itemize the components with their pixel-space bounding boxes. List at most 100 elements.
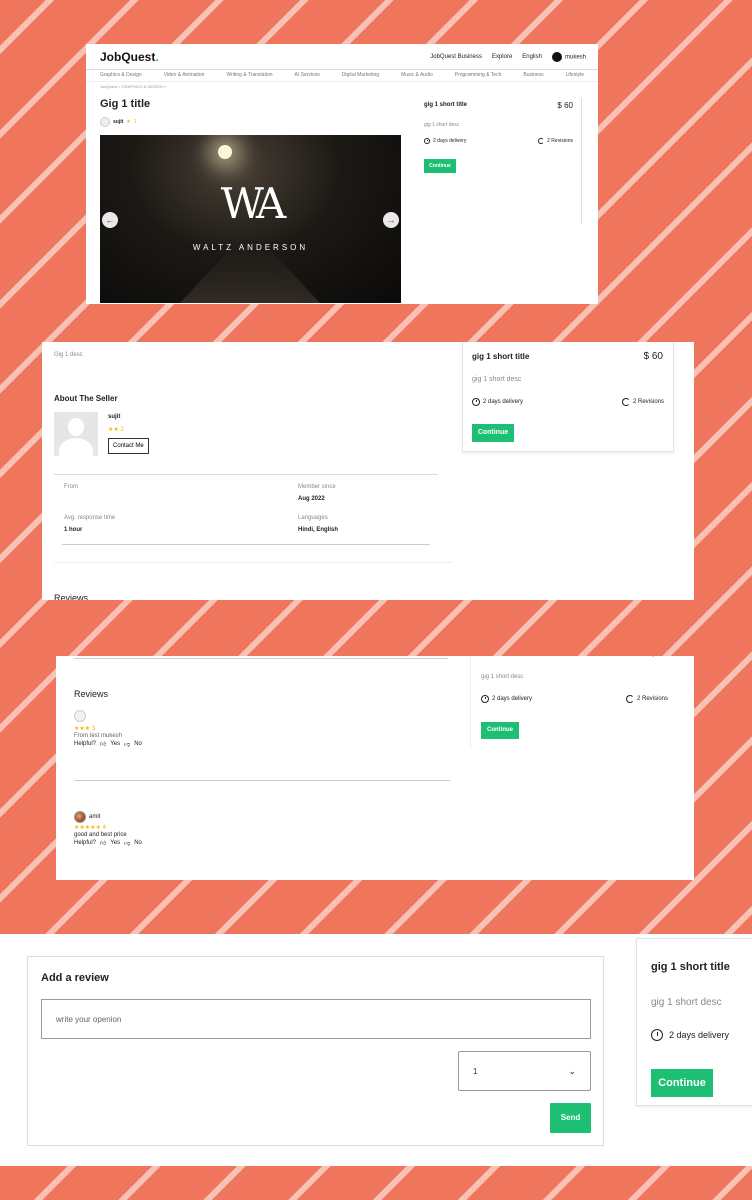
reviewer-name: amit [89,814,101,820]
seller-name: sujit [113,119,124,125]
divider [74,780,450,781]
arrow-right-icon: → [386,215,396,225]
seller-rating: 1 [133,119,137,125]
thumbs-up-icon[interactable]: 👍︎ [100,839,106,847]
avatar-head-shape [68,418,84,436]
order-card: gig 1 short title $ 60 gig 1 short desc … [470,656,694,748]
helpful-yes[interactable]: Yes [110,741,120,747]
gig-title: Gig 1 title [100,98,151,110]
review-text-input[interactable] [41,999,591,1039]
seller-stats-box [54,474,438,475]
add-review-form: Add a review 1 ⌄ Send [27,956,604,1146]
star-icon: ★ [126,119,131,125]
divider [74,658,448,659]
category-link[interactable]: Programming & Tech [455,72,502,81]
gig-page-panel-top: JobQuest. JobQuest Business Explore Engl… [86,44,598,304]
category-link[interactable]: Lifestyle [566,72,584,81]
review-item: ★★★ 3 From test mukesh Helpful? 👍︎ Yes 👎︎… [74,710,142,748]
delivery-info: 2 days delivery [651,1029,729,1041]
contact-me-button[interactable]: Contact Me [108,438,149,454]
order-card-title: gig 1 short title [651,961,730,973]
category-link[interactable]: Business [523,72,543,81]
nav-link-explore[interactable]: Explore [492,54,512,60]
send-review-button[interactable]: Send [550,1103,591,1133]
delivery-info: 2 days delivery [424,138,466,144]
category-link[interactable]: Writing & Translation [226,72,272,81]
continue-button[interactable]: Continue [481,722,519,739]
revisions-icon [625,695,634,703]
top-navbar: JobQuest. JobQuest Business Explore Engl… [86,44,598,70]
slide-streetlight [218,145,232,159]
category-link[interactable]: Music & Audio [401,72,433,81]
order-card-meta: 2 days delivery 2 Revisions [424,138,573,144]
order-card-desc: gig 1 short desc [481,674,524,680]
order-card-meta: 2 days delivery 2 Revisions [472,398,664,406]
gig-description: Gig 1 desc [54,352,83,358]
slider-prev-button[interactable]: ← [102,212,118,228]
order-card: gig 1 short title $ 60 gig 1 short desc … [462,342,674,452]
chevron-down-icon: ⌄ [568,1065,576,1076]
continue-button[interactable]: Continue [651,1069,713,1097]
seller-mini-info: sujit ★ 1 [100,117,137,127]
clock-icon [481,695,489,703]
nav-link-business[interactable]: JobQuest Business [430,54,482,60]
arrow-left-icon: ← [105,215,115,225]
user-menu[interactable]: mukesh [551,52,586,62]
rating-select[interactable]: 1 ⌄ [458,1051,591,1091]
review-rating: ★★★★★ 4 [74,825,106,831]
stat-response-time: Avg. response time 1 hour [64,515,116,533]
review-text: good and best price [74,832,127,838]
slider-next-button[interactable]: → [383,212,399,228]
nav-link-language[interactable]: English [522,54,542,60]
category-link[interactable]: Digital Marketing [342,72,379,81]
stat-languages: Languages Hindi, English [298,515,338,533]
category-link[interactable]: Graphics & Design [100,72,142,81]
order-card-desc: gig 1 short desc [472,376,522,383]
slide-street-shape [180,243,320,303]
helpful-no[interactable]: No [134,840,142,846]
continue-button[interactable]: Continue [424,159,456,173]
order-card-desc: gig 1 short desc [424,122,460,128]
thumbs-down-icon[interactable]: 👎︎ [124,839,130,847]
thumbs-down-icon[interactable]: 👎︎ [124,740,130,748]
review-text: From test mukesh [74,733,123,739]
reviewer-avatar [74,710,86,722]
review-item: amit ★★★★★ 4 good and best price Helpful… [74,811,142,847]
gig-page-panel-add-review: Add a review 1 ⌄ Send gig 1 short title … [0,934,752,1166]
thumbs-up-icon[interactable]: 👍︎ [100,740,106,748]
logo[interactable]: JobQuest. [100,50,159,64]
stat-member-since: Member since Aug 2022 [298,484,336,502]
delivery-info: 2 days delivery [472,398,523,406]
clock-icon [651,1029,663,1041]
revisions-icon [538,138,545,144]
order-card: gig 1 short title gig 1 short desc 2 day… [636,938,752,1106]
order-card-meta: 2 days delivery 2 Revisions [481,695,668,703]
star-icons: ★★ [108,427,119,433]
user-avatar [551,52,562,62]
gig-image-slider: WA WALTZ ANDERSON ← → [100,135,401,303]
revisions-info: 2 Revisions [625,695,668,703]
continue-button[interactable]: Continue [472,424,514,442]
reviews-heading: Reviews [54,593,89,600]
seller-profile-image [54,412,98,456]
breadcrumb: JobQuest > GRAPHICS & DESIGN > [100,84,167,89]
review-helpful: Helpful? 👍︎ Yes 👎︎ No [74,740,142,748]
category-menu: Graphics & Design Video & Animation Writ… [86,70,598,82]
nav-links: JobQuest Business Explore English mukesh [430,52,586,62]
order-card: gig 1 short title $ 60 gig 1 short desc … [416,98,582,224]
category-link[interactable]: AI Services [295,72,320,81]
category-link[interactable]: Video & Animation [164,72,205,81]
revisions-info: 2 Revisions [538,138,573,144]
order-card-desc: gig 1 short desc [651,997,722,1008]
gig-page-panel-seller: Gig 1 desc About The Seller sujit ★★ 2 C… [42,342,694,600]
helpful-yes[interactable]: Yes [110,840,120,846]
order-card-price: $ 60 [643,351,663,362]
order-card-title: gig 1 short title [424,102,468,108]
seller-avatar [100,117,110,127]
divider [54,562,452,563]
helpful-no[interactable]: No [134,741,142,747]
gig-page-panel-reviews: Reviews ★★★ 3 From test mukesh Helpful? … [56,656,694,880]
rating-selected-value: 1 [473,1066,478,1076]
reviews-heading: Reviews [74,689,109,699]
clock-icon [472,398,480,406]
